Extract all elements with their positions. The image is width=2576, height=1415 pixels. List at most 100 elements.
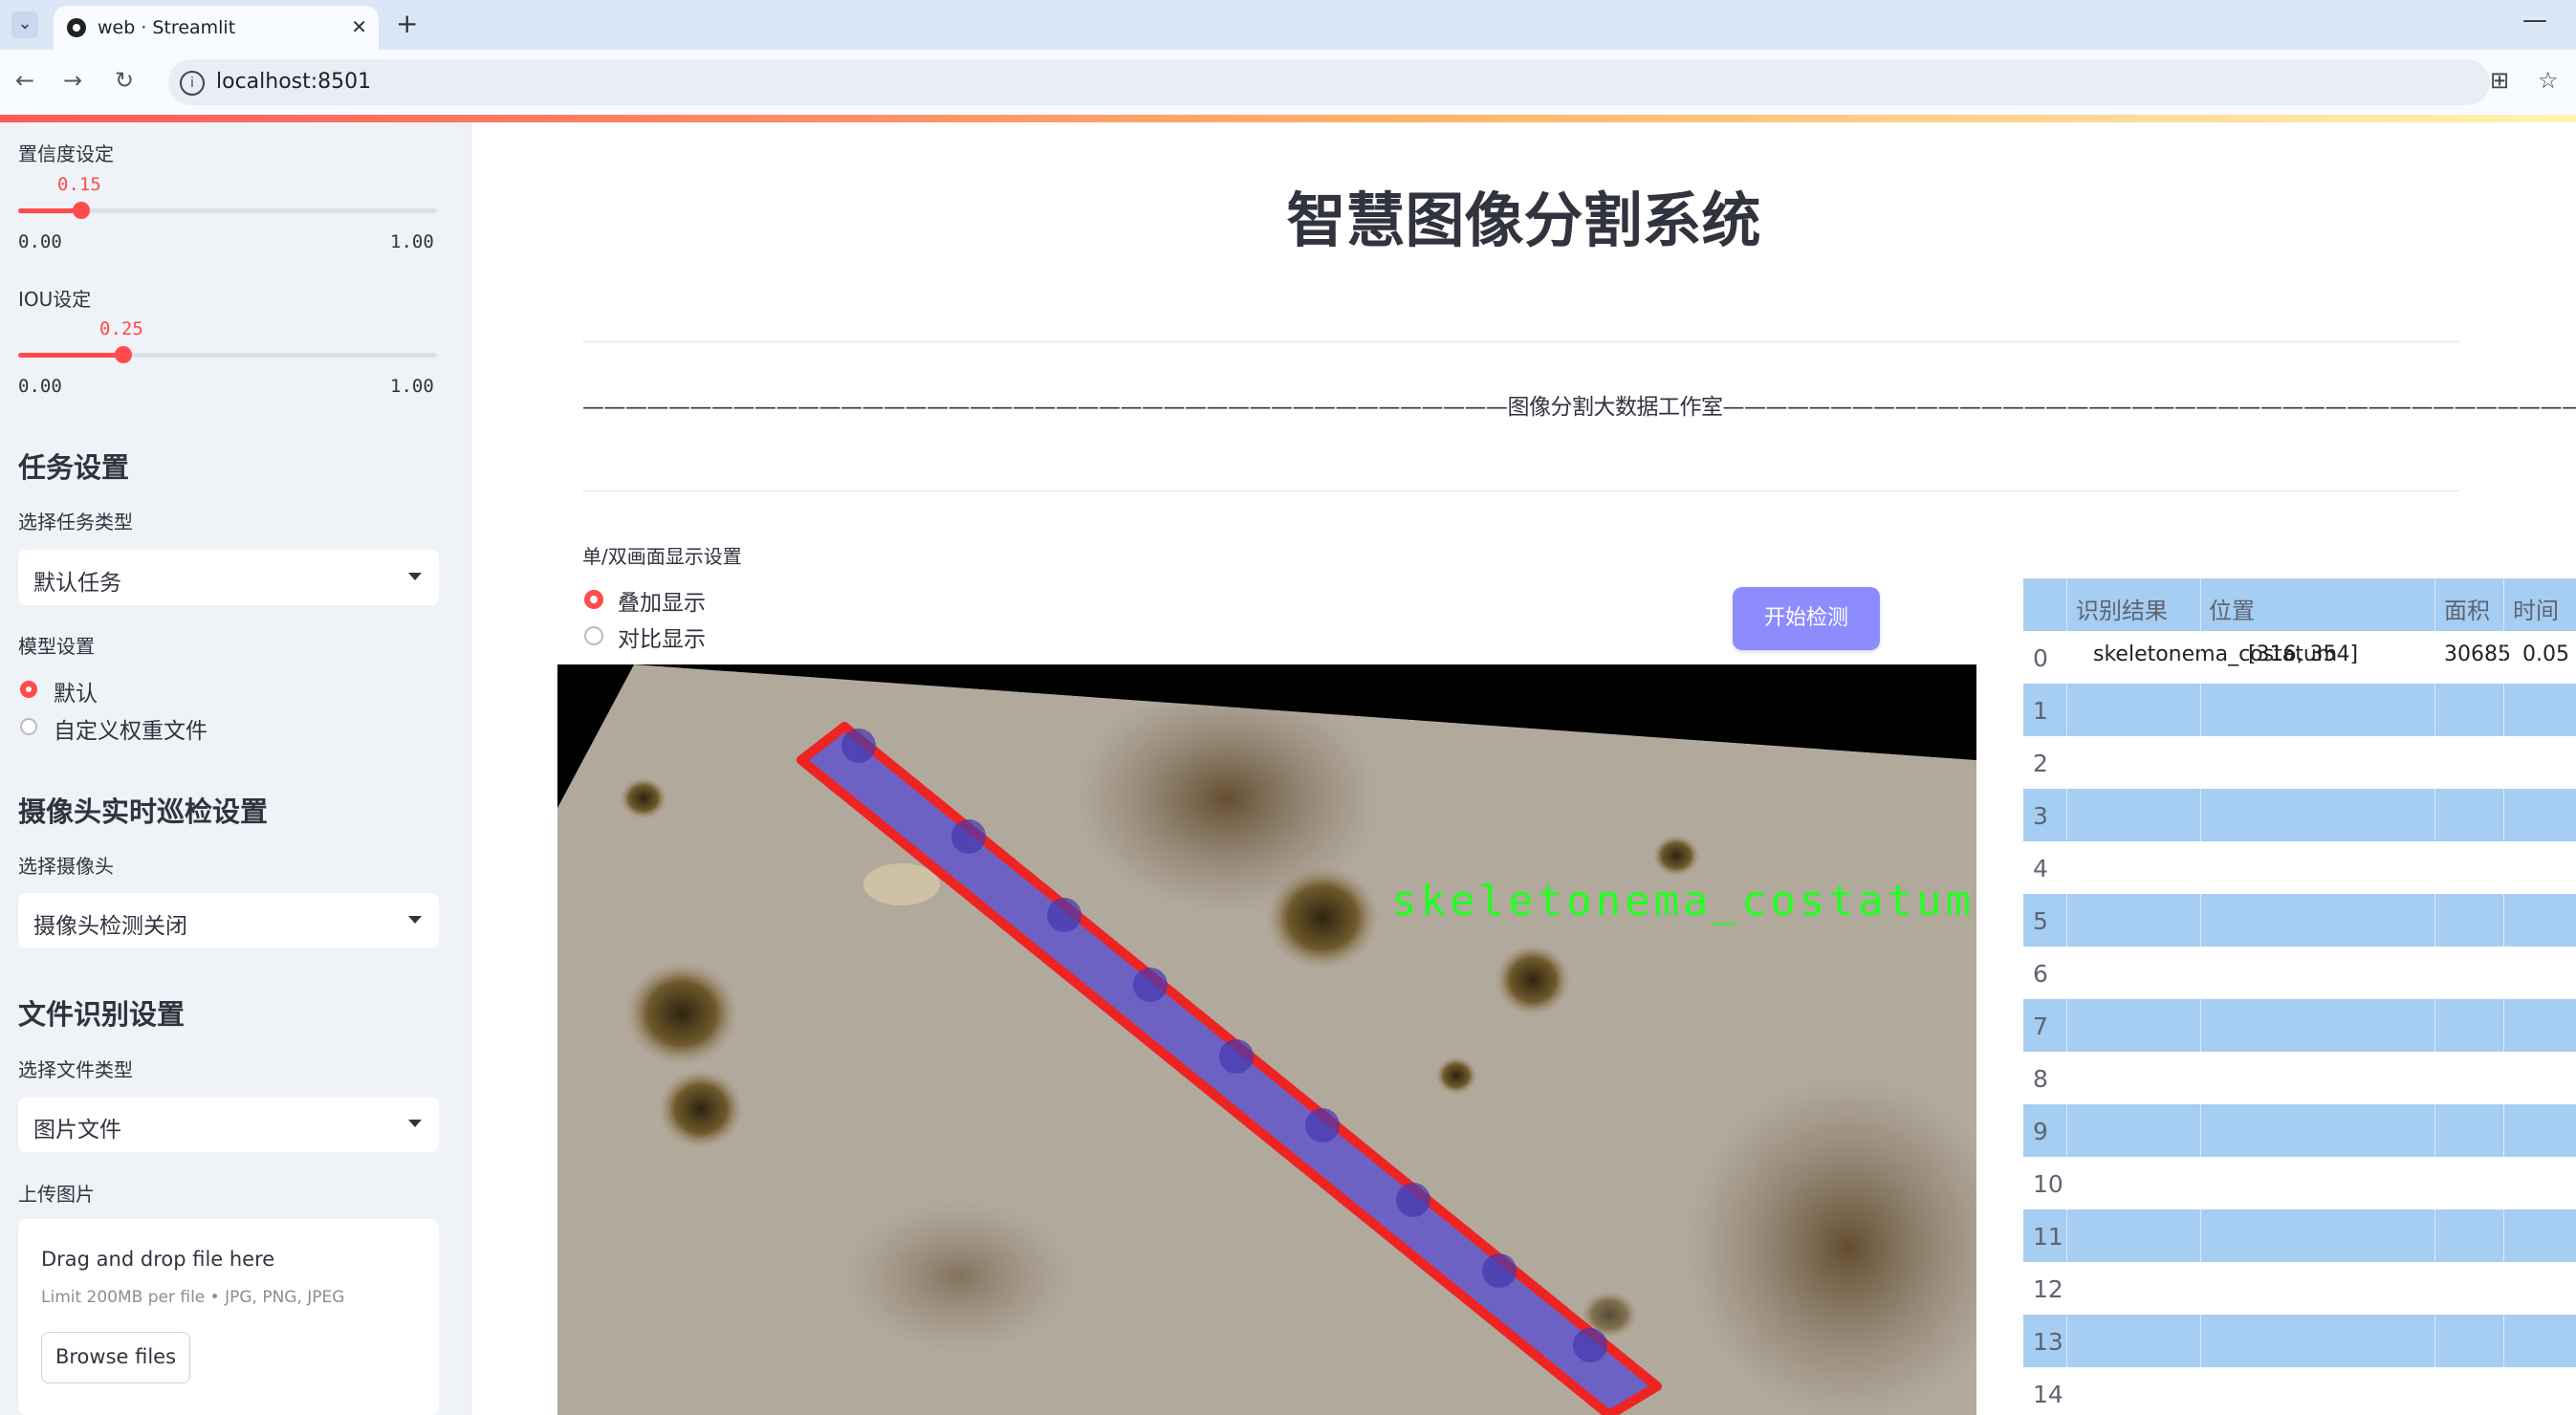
table-row[interactable]: 7 bbox=[2023, 999, 2576, 1052]
bookmark-star-icon[interactable]: ☆ bbox=[2538, 67, 2559, 94]
overlay-display-radio[interactable] bbox=[584, 590, 603, 609]
table-row[interactable]: 6 bbox=[2023, 947, 2576, 999]
confidence-slider-thumb[interactable] bbox=[72, 202, 90, 219]
site-info-icon[interactable]: i bbox=[180, 71, 205, 96]
row-index: 1 bbox=[2033, 697, 2048, 725]
table-row[interactable]: 13 bbox=[2023, 1315, 2576, 1367]
chevron-down-icon bbox=[408, 916, 422, 924]
task-settings-heading: 任务设置 bbox=[18, 451, 130, 484]
dropzone-limit-text: Limit 200MB per file • JPG, PNG, JPEG bbox=[41, 1288, 345, 1307]
confidence-min: 0.00 bbox=[18, 231, 62, 252]
compare-display-radio[interactable] bbox=[584, 626, 603, 645]
iou-value: 0.25 bbox=[99, 318, 143, 339]
iou-min: 0.00 bbox=[18, 376, 62, 397]
url-text[interactable]: localhost:8501 bbox=[216, 70, 371, 94]
table-row[interactable]: 14 bbox=[2023, 1367, 2576, 1415]
table-row[interactable]: 11 bbox=[2023, 1209, 2576, 1262]
table-row[interactable]: 12 bbox=[2023, 1262, 2576, 1315]
confidence-slider[interactable] bbox=[18, 202, 437, 219]
back-arrow-icon[interactable]: ← bbox=[15, 67, 34, 94]
detection-label: skeletonema_costatum bbox=[1391, 877, 1975, 925]
new-tab-icon[interactable]: + bbox=[396, 8, 418, 39]
model-custom-radio[interactable] bbox=[20, 718, 37, 735]
row-index: 4 bbox=[2033, 855, 2048, 882]
browser-toolbar: ← → ↻ i localhost:8501 ⊞ ☆ bbox=[0, 50, 2576, 115]
column-divider bbox=[2503, 578, 2504, 1415]
row-index: 0 bbox=[2033, 644, 2048, 672]
chevron-down-icon bbox=[408, 573, 422, 580]
area-cell: 30685 bbox=[2444, 642, 2511, 666]
table-row[interactable]: 10 bbox=[2023, 1157, 2576, 1209]
column-header-result[interactable]: 识别结果 bbox=[2076, 592, 2168, 625]
chevron-down-icon bbox=[408, 1120, 422, 1127]
table-row[interactable]: 5 bbox=[2023, 894, 2576, 947]
column-divider bbox=[2200, 578, 2201, 1415]
confidence-label: 置信度设定 bbox=[18, 142, 114, 165]
camera-select-label: 选择摄像头 bbox=[18, 855, 114, 878]
overlay-display-label[interactable]: 叠加显示 bbox=[618, 584, 706, 617]
iou-slider-fill bbox=[18, 353, 123, 358]
model-settings-label: 模型设置 bbox=[18, 635, 95, 658]
position-cell: [316, 354] bbox=[2248, 642, 2359, 666]
column-divider bbox=[2066, 578, 2067, 1415]
column-divider bbox=[2434, 578, 2435, 1415]
divider-line-bottom bbox=[582, 490, 2458, 491]
row-index: 12 bbox=[2033, 1275, 2063, 1303]
page-title: 智慧图像分割系统 bbox=[1286, 185, 1761, 255]
column-header-position[interactable]: 位置 bbox=[2209, 592, 2255, 625]
main-content: 智慧图像分割系统 ———————————————————————————————… bbox=[471, 122, 2576, 1415]
results-table[interactable]: 识别结果 位置 面积 时间 0 skeletonema_costatum [31… bbox=[2023, 578, 2576, 1415]
address-bar[interactable]: i localhost:8501 bbox=[168, 59, 2490, 105]
compare-display-label[interactable]: 对比显示 bbox=[618, 620, 706, 653]
detection-image: skeletonema_costatum bbox=[557, 664, 1976, 1415]
iou-slider[interactable] bbox=[18, 346, 437, 363]
task-type-select[interactable]: 默认任务 bbox=[18, 550, 439, 605]
file-dropzone[interactable]: Drag and drop file here Limit 200MB per … bbox=[18, 1219, 439, 1415]
table-row[interactable]: 4 bbox=[2023, 841, 2576, 894]
table-row[interactable]: 0 skeletonema_costatum [316, 354] 30685 … bbox=[2023, 631, 2576, 684]
table-row[interactable]: 2 bbox=[2023, 736, 2576, 789]
camera-select-value: 摄像头检测关闭 bbox=[33, 914, 187, 939]
row-index: 13 bbox=[2033, 1328, 2063, 1356]
browser-tab[interactable]: web · Streamlit ✕ bbox=[54, 6, 379, 50]
column-header-time[interactable]: 时间 bbox=[2513, 592, 2559, 625]
camera-settings-heading: 摄像头实时巡检设置 bbox=[18, 795, 269, 828]
minimize-window-icon[interactable]: — bbox=[2522, 6, 2547, 34]
iou-label: IOU设定 bbox=[18, 288, 92, 311]
row-index: 10 bbox=[2033, 1170, 2063, 1198]
reload-icon[interactable]: ↻ bbox=[115, 67, 134, 94]
tab-search-button[interactable]: ⌄ bbox=[11, 11, 38, 38]
confidence-value: 0.15 bbox=[57, 174, 101, 195]
task-type-label: 选择任务类型 bbox=[18, 511, 133, 533]
iou-max: 1.00 bbox=[390, 376, 434, 397]
translate-icon[interactable]: ⊞ bbox=[2490, 67, 2509, 94]
forward-arrow-icon[interactable]: → bbox=[63, 67, 82, 94]
browse-files-button[interactable]: Browse files bbox=[41, 1332, 190, 1383]
table-row[interactable]: 1 bbox=[2023, 684, 2576, 736]
table-row[interactable]: 9 bbox=[2023, 1104, 2576, 1157]
divider-line-top bbox=[582, 341, 2458, 342]
start-detection-button[interactable]: 开始检测 bbox=[1733, 587, 1880, 650]
row-index: 11 bbox=[2033, 1223, 2063, 1251]
table-header: 识别结果 位置 面积 时间 bbox=[2023, 578, 2576, 631]
model-default-radio[interactable] bbox=[20, 681, 37, 698]
display-setting-label: 单/双画面显示设置 bbox=[582, 545, 742, 568]
upload-label: 上传图片 bbox=[18, 1183, 95, 1206]
time-cell: 0.05 bbox=[2522, 642, 2569, 666]
model-custom-label[interactable]: 自定义权重文件 bbox=[54, 712, 207, 745]
close-tab-icon[interactable]: ✕ bbox=[351, 15, 367, 38]
file-type-value: 图片文件 bbox=[33, 1118, 121, 1143]
file-type-select[interactable]: 图片文件 bbox=[18, 1097, 439, 1152]
column-header-area[interactable]: 面积 bbox=[2444, 592, 2490, 625]
model-default-label[interactable]: 默认 bbox=[54, 675, 98, 708]
table-row[interactable]: 3 bbox=[2023, 789, 2576, 841]
task-type-value: 默认任务 bbox=[33, 571, 121, 596]
loading-gradient-bar bbox=[0, 115, 2576, 122]
row-index: 9 bbox=[2033, 1118, 2048, 1145]
row-index: 2 bbox=[2033, 750, 2048, 777]
iou-slider-thumb[interactable] bbox=[114, 346, 132, 363]
studio-divider-text: ————————————————————————————————————————… bbox=[582, 395, 2576, 420]
row-index: 3 bbox=[2033, 802, 2048, 830]
camera-select[interactable]: 摄像头检测关闭 bbox=[18, 893, 439, 948]
table-row[interactable]: 8 bbox=[2023, 1052, 2576, 1104]
